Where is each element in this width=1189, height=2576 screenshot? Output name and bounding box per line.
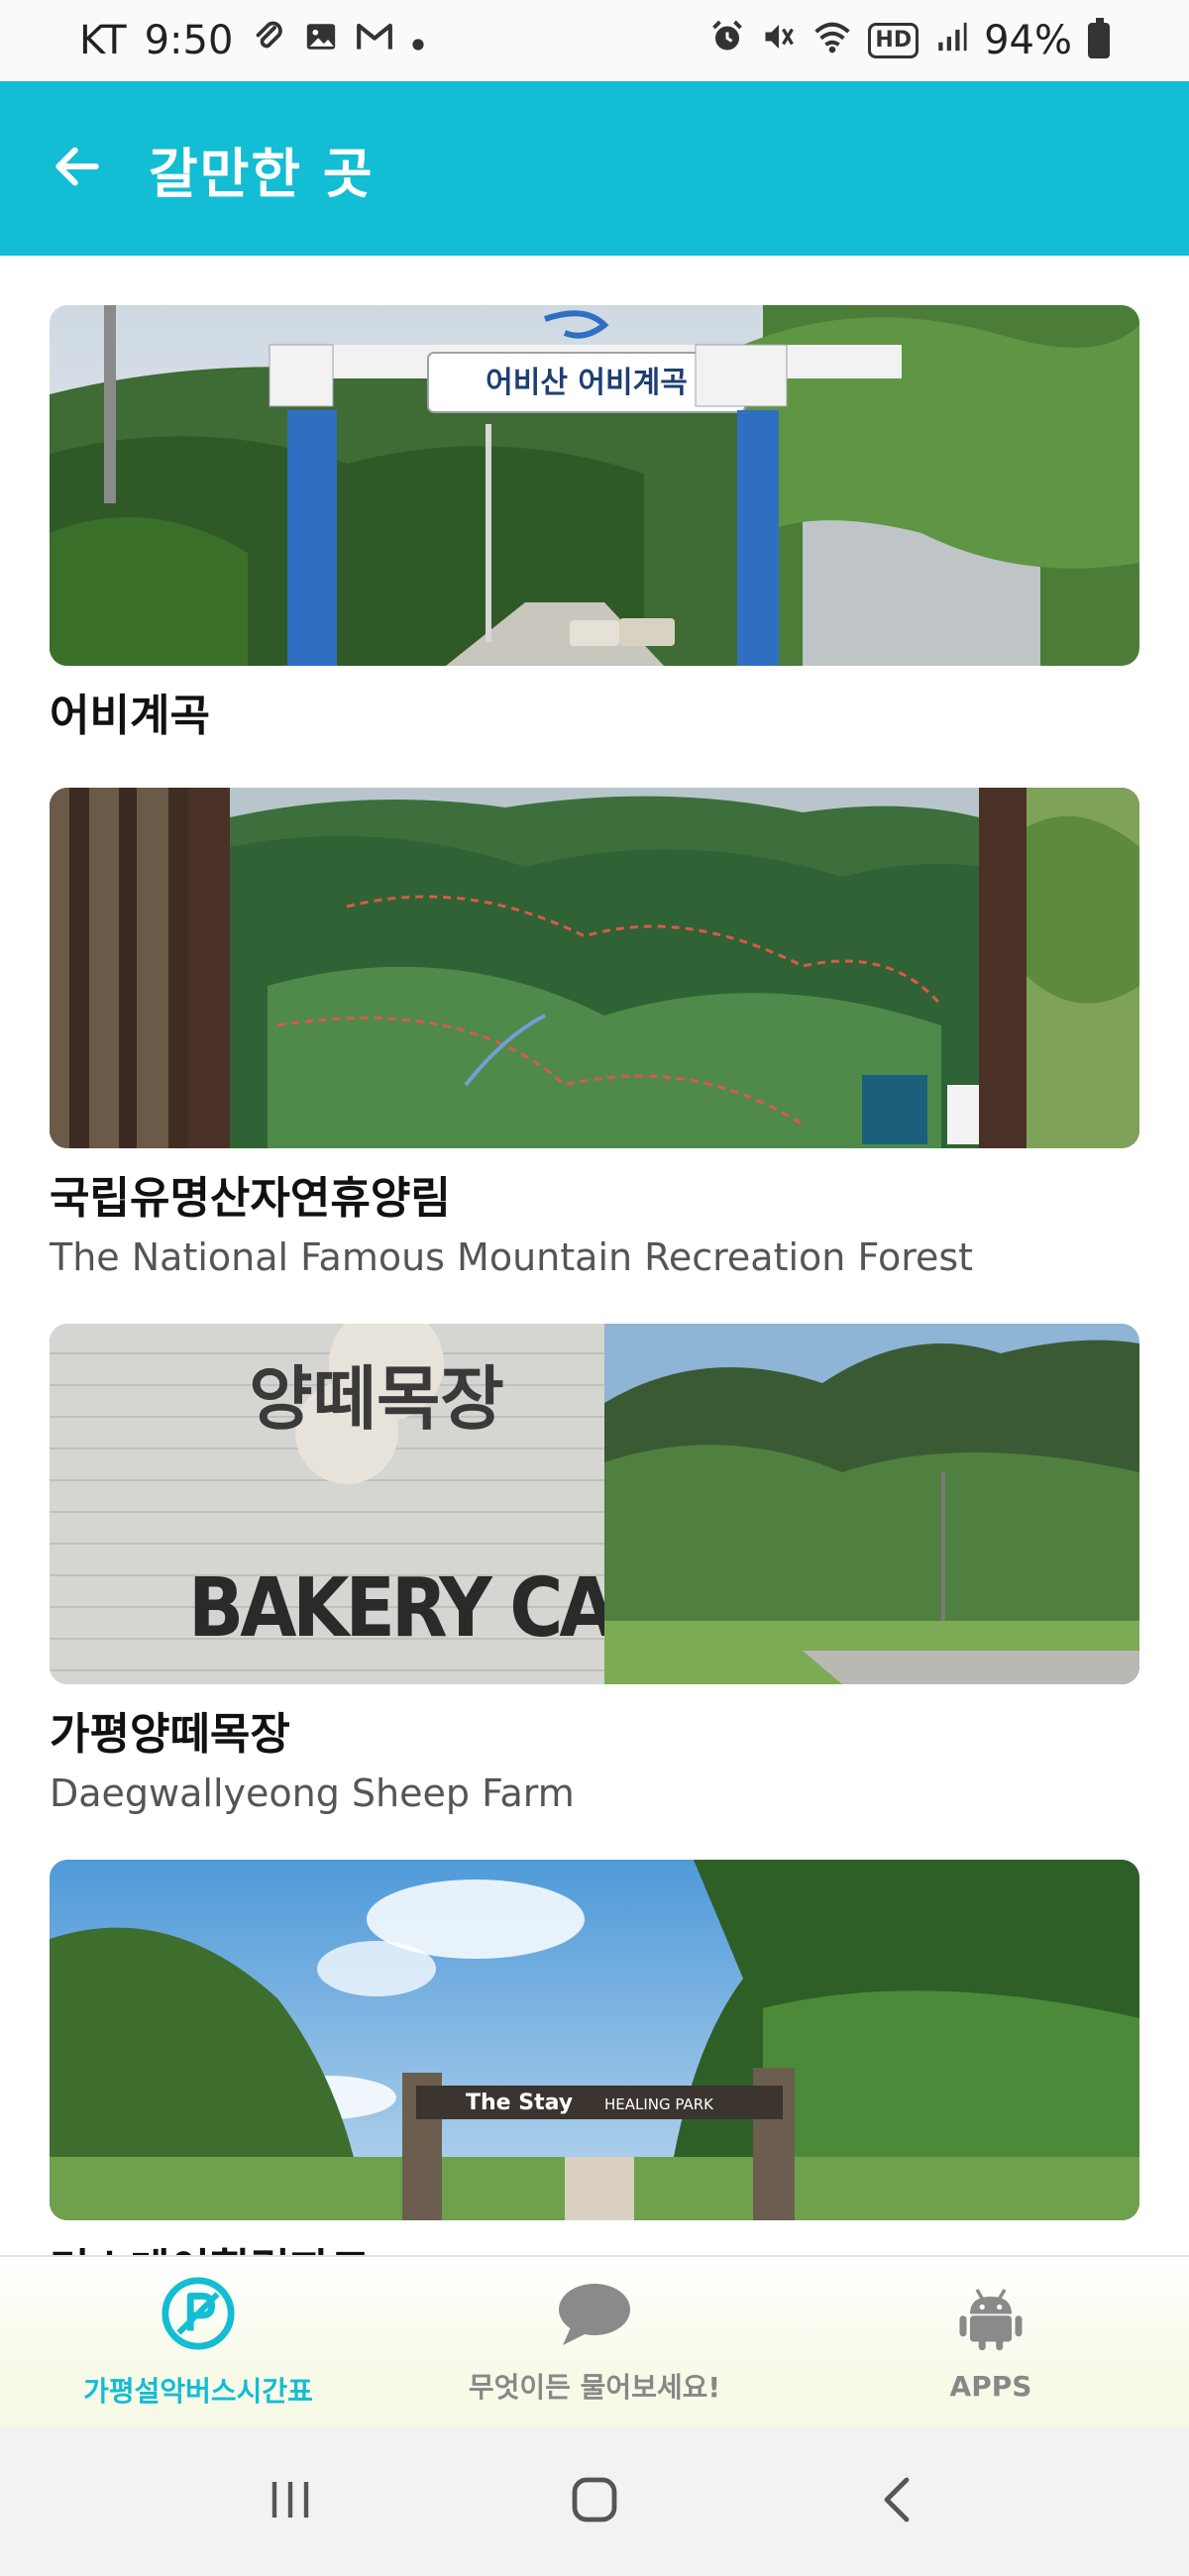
place-card-recreation-forest[interactable]: 국립유명산자연휴양림 The National Famous Mountain … [50, 788, 1139, 1279]
system-navigation [0, 2427, 1189, 2576]
nav-item-apps[interactable]: APPS [793, 2257, 1189, 2427]
alarm-icon [709, 19, 745, 63]
place-card-sheep-farm[interactable]: 양떼목장 BAKERY CAFE 가평양떼목장 Daegwallyeong Sh… [50, 1324, 1139, 1815]
recents-icon [261, 2470, 320, 2533]
system-back-button[interactable] [839, 2452, 958, 2551]
place-image[interactable]: 양떼목장 BAKERY CAFE [50, 1324, 1139, 1684]
place-title[interactable]: 가평양떼목장 [50, 1698, 1139, 1762]
nav-item-ask-anything[interactable]: 무엇이든 물어보세요! [396, 2257, 793, 2427]
android-icon [956, 2283, 1026, 2356]
sign-text: 어비산 어비계곡 [486, 366, 688, 400]
sign-sub-text: 양떼목장 [249, 1358, 504, 1440]
clock: 9:50 [144, 18, 234, 63]
chat-bubble-icon [555, 2279, 634, 2352]
home-button[interactable] [535, 2452, 654, 2551]
sign-text: The Stay [466, 2091, 573, 2115]
recents-button[interactable] [231, 2452, 350, 2551]
place-card-eobi-valley[interactable]: 어비산 어비계곡 어비계곡 [50, 305, 1139, 743]
nav-label: 무엇이든 물어보세요! [468, 2371, 721, 2404]
place-title[interactable]: 국립유명산자연휴양림 [50, 1162, 1139, 1226]
place-subtitle: The National Famous Mountain Recreation … [50, 1235, 974, 1279]
place-image[interactable] [50, 788, 1139, 1148]
home-icon [565, 2470, 624, 2533]
arrow-left-icon [50, 139, 105, 198]
paperclip-icon [251, 19, 286, 63]
battery-percent: 94% [984, 18, 1072, 63]
places-list[interactable]: 어비산 어비계곡 어비계곡 국립유명산자연휴양림 The National Fa… [0, 256, 1189, 2259]
carrier-label: KT [79, 18, 127, 63]
hd-icon: HD [868, 23, 919, 58]
place-subtitle: Daegwallyeong Sheep Farm [50, 1771, 575, 1815]
app-bar: 갈만한 곳 [0, 81, 1189, 256]
place-card-the-stay-healing-park[interactable]: The Stay HEALING PARK 더스테이힐링파크 [50, 1860, 1139, 2259]
page-title: 갈만한 곳 [149, 142, 375, 205]
place-title[interactable]: 어비계곡 [50, 680, 1139, 743]
bottom-navigation: 가평설악버스시간표 무엇이든 물어보세요! APPS [0, 2255, 1189, 2427]
back-button[interactable] [48, 139, 107, 198]
sign-sub-text: HEALING PARK [604, 2095, 714, 2113]
place-image[interactable]: The Stay HEALING PARK [50, 1860, 1139, 2220]
nav-label: 가평설악버스시간표 [83, 2375, 313, 2408]
place-image[interactable]: 어비산 어비계곡 [50, 305, 1139, 666]
battery-icon [1088, 18, 1110, 58]
dot-icon [411, 21, 425, 60]
image-icon [304, 20, 338, 62]
parking-icon [160, 2275, 237, 2356]
wifi-icon [812, 19, 852, 63]
nav-label: APPS [949, 2369, 1032, 2403]
nav-item-bus-timetable[interactable]: 가평설악버스시간표 [0, 2257, 396, 2427]
back-icon [869, 2470, 928, 2533]
status-bar: KT 9:50 HD 94% [0, 0, 1189, 81]
signal-icon [934, 20, 968, 62]
mute-icon [761, 19, 797, 63]
gmail-icon [356, 20, 393, 62]
